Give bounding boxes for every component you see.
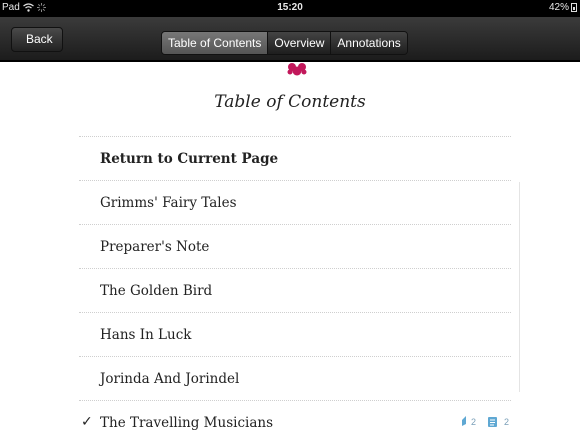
battery-percentage: 42% xyxy=(548,2,569,13)
back-button[interactable]: Back xyxy=(11,27,63,52)
status-right: 42% xyxy=(549,2,577,13)
flower-ornament-icon xyxy=(287,63,307,76)
highlighter-icon xyxy=(461,416,466,426)
toc-item-label: Return to Current Page xyxy=(100,150,279,167)
tab-overview[interactable]: Overview xyxy=(267,32,331,54)
toc-item[interactable]: Return to Current Page xyxy=(79,136,511,180)
toc-item[interactable]: The Golden Bird xyxy=(79,268,511,312)
annotation-counts: 22 xyxy=(461,416,509,427)
toc-item[interactable]: Hans In Luck xyxy=(79,312,511,356)
navigation-bar: Back Table of Contents Overview Annotation… xyxy=(0,17,580,61)
back-button-label: Back xyxy=(26,32,53,46)
status-time: 15:20 xyxy=(277,2,303,13)
note-count: 2 xyxy=(503,416,509,427)
toc-item-label: The Travelling Musicians xyxy=(100,414,273,431)
toc-item[interactable]: ✓ The Travelling Musicians 2 2 xyxy=(79,400,511,444)
toc-item-label: Jorinda And Jorindel xyxy=(100,370,240,387)
toc-list: Return to Current Page Grimms' Fairy Tale… xyxy=(79,136,511,444)
tab-table-of-contents[interactable]: Table of Contents xyxy=(162,32,268,54)
view-segmented-control: Table of Contents Overview Annotations xyxy=(161,31,408,55)
book-page: Table of Contents Return to Current Page… xyxy=(0,62,580,447)
toc-item[interactable]: Preparer's Note xyxy=(79,224,511,268)
toc-item-label: Grimms' Fairy Tales xyxy=(100,194,237,211)
toc-item-label: Preparer's Note xyxy=(100,238,210,255)
battery-icon xyxy=(571,3,577,12)
checkmark-icon: ✓ xyxy=(81,414,93,430)
toc-item[interactable]: Jorinda And Jorindel xyxy=(79,356,511,400)
status-bar: Pad 15:20 42% xyxy=(0,0,580,17)
note-icon xyxy=(487,416,497,427)
toc-item-label: Hans In Luck xyxy=(100,326,192,343)
tab-annotations[interactable]: Annotations xyxy=(330,32,407,54)
toc-item[interactable]: Grimms' Fairy Tales xyxy=(79,180,511,224)
toc-item-label: The Golden Bird xyxy=(100,282,213,299)
highlight-count: 2 xyxy=(470,416,476,427)
page-title: Table of Contents xyxy=(214,92,366,112)
